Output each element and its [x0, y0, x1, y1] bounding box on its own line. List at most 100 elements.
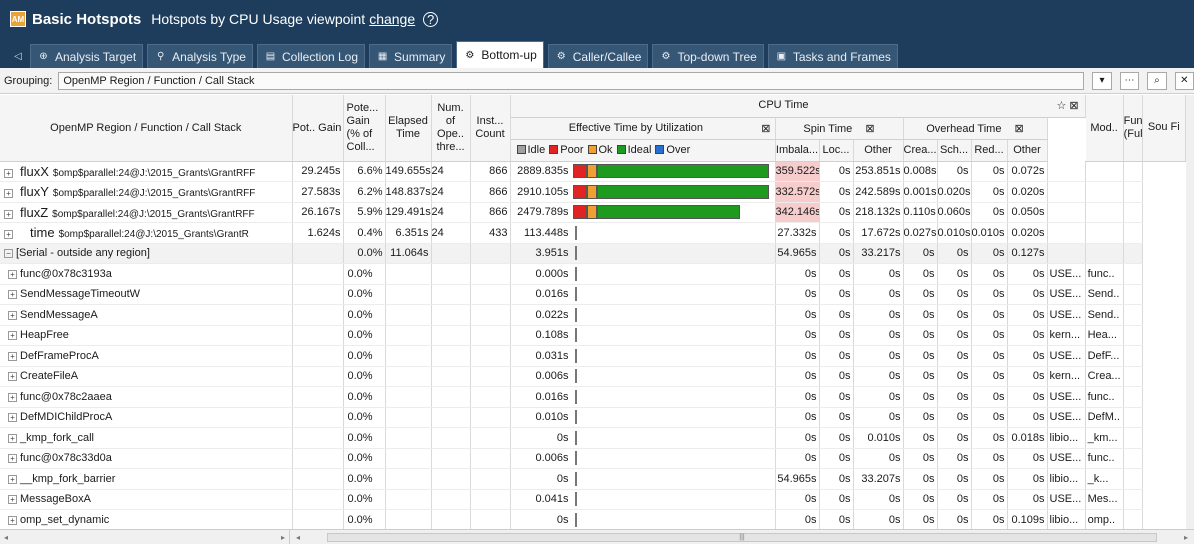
search-icon[interactable]: ⌕ [1147, 71, 1167, 90]
scroll-left-icon[interactable]: ◂ [4, 533, 8, 542]
col-header-function-full[interactable]: Fun... (Full) [1123, 95, 1143, 162]
col-header-overhead-time[interactable]: Overhead Time ⊠ [903, 117, 1048, 140]
vertical-scrollbar[interactable] [1186, 95, 1194, 529]
row-name-cell[interactable]: + DefFrameProcA [0, 345, 293, 367]
expand-column-icon[interactable]: ⊠ [761, 122, 774, 135]
row-name-cell[interactable]: + SendMessageTimeoutW [0, 284, 293, 305]
col-header-inst-count[interactable]: Inst... Count [470, 95, 511, 162]
row-name-cell[interactable]: − [Serial - outside any region] [0, 243, 293, 264]
change-viewpoint-link[interactable]: change [369, 11, 415, 27]
expand-icon[interactable]: + [8, 290, 17, 300]
col-header-overhead-other[interactable]: Other [1007, 139, 1048, 162]
function-row[interactable]: + func@0x78c3193a 0.0% 0.000s 0s 0s 0s 0s 0s 0s 0s… [0, 263, 1186, 285]
col-header-reduction[interactable]: Red... [971, 139, 1008, 162]
function-row[interactable]: + SendMessageTimeoutW 0.0% 0.016s 0s 0s 0s 0s 0s… [0, 284, 1186, 305]
expand-icon[interactable]: + [4, 209, 13, 219]
expand-icon[interactable]: + [8, 433, 17, 443]
serial-region-row[interactable]: − [Serial - outside any region] 0.0% 11.064… [0, 243, 1186, 264]
expand-icon[interactable]: + [8, 495, 17, 505]
expand-icon[interactable]: + [8, 351, 17, 361]
tab-collection-log[interactable]: ▤ Collection Log [256, 44, 366, 68]
table-row[interactable]: + fluxZ $omp$parallel:24@J:\2015_Grants\Gr… [0, 202, 1186, 223]
function-row[interactable]: + func@0x78c33d0a 0.0% 0.006s 0s 0s 0s 0s 0s 0s 0s… [0, 448, 1186, 469]
tab-caller-callee[interactable]: ⚙ Caller/Callee [547, 44, 649, 68]
col-header-pote-gain[interactable]: Pote... Gain (% of Coll... [343, 95, 386, 162]
function-row[interactable]: + CreateFileA 0.0% 0.006s 0s 0s 0s 0s 0s 0s 0s kern… [0, 366, 1186, 387]
favorite-star-icon[interactable]: ☆ ⊠ [1056, 99, 1084, 112]
col-header-spin-time[interactable]: Spin Time ⊠ [775, 117, 904, 140]
row-name-cell[interactable]: + DefMDIChildProcA [0, 407, 293, 428]
tab-top-down-tree[interactable]: ⚙ Top-down Tree [652, 44, 764, 68]
table-row[interactable]: + fluxY $omp$parallel:24@J:\2015_Grants\Gr… [0, 181, 1186, 203]
expand-icon[interactable]: + [4, 168, 13, 178]
col-header-module[interactable]: Mod.. [1085, 95, 1124, 162]
table-row[interactable]: + fluxX $omp$parallel:24@J:\2015_Grants\Gr… [0, 161, 1186, 182]
collapse-icon[interactable]: − [4, 249, 13, 259]
row-name-cell[interactable]: + __kmp_fork_barrier [0, 468, 293, 490]
expand-icon[interactable]: + [8, 372, 17, 382]
expand-icon[interactable]: + [8, 515, 17, 525]
col-header-effective-time[interactable]: Effective Time by Utilization ⊠ [510, 117, 776, 140]
expand-icon[interactable]: + [8, 331, 17, 341]
table-row[interactable]: + time $omp$parallel:24@J:\2015_Grants\Gra… [0, 222, 1186, 244]
row-name-cell[interactable]: + fluxY $omp$parallel:24@J:\2015_Grants\Gr… [0, 181, 293, 203]
expand-icon[interactable]: + [4, 230, 13, 240]
function-row[interactable]: + func@0x78c2aaea 0.0% 0.016s 0s 0s 0s 0s 0s 0s 0s… [0, 386, 1186, 408]
row-name-cell[interactable]: + fluxX $omp$parallel:24@J:\2015_Grants\Gr… [0, 161, 293, 182]
row-name-cell[interactable]: + fluxZ $omp$parallel:24@J:\2015_Grants\Gr… [0, 202, 293, 223]
tab-analysis-type[interactable]: ⚲ Analysis Type [147, 44, 253, 68]
col-header-name[interactable]: OpenMP Region / Function / Call Stack [0, 95, 293, 162]
expand-icon[interactable]: + [8, 474, 17, 484]
expand-icon[interactable]: + [8, 454, 17, 464]
expand-icon[interactable]: + [8, 269, 17, 279]
scroll-right-icon[interactable]: ▸ [281, 533, 285, 542]
col-header-source-file[interactable]: Sou Fi [1142, 95, 1186, 162]
tab-bottom-up[interactable]: ⚙ Bottom-up [456, 41, 544, 68]
col-header-lock[interactable]: Loc... [819, 139, 854, 162]
function-row[interactable]: + DefMDIChildProcA 0.0% 0.010s 0s 0s 0s 0s 0s 0s 0… [0, 407, 1186, 428]
overhead-collapse-icon[interactable]: ⊠ [1005, 123, 1024, 135]
col-header-spin-other[interactable]: Other [853, 139, 904, 162]
tab-scroll-left-icon[interactable]: ◁ [6, 44, 30, 68]
row-name-cell[interactable]: + omp_set_dynamic [0, 509, 293, 529]
spin-collapse-icon[interactable]: ⊠ [855, 123, 874, 135]
grouping-select[interactable]: OpenMP Region / Function / Call Stack [58, 71, 1085, 90]
function-row[interactable]: + __kmp_fork_barrier 0.0% 0s 54.965s 0s 33.207… [0, 468, 1186, 490]
row-name-cell[interactable]: + _kmp_fork_call [0, 427, 293, 449]
row-name-cell[interactable]: + MessageBoxA [0, 489, 293, 510]
col-header-elapsed[interactable]: Elapsed Time [385, 95, 432, 162]
row-name-cell[interactable]: + SendMessageA [0, 304, 293, 326]
tab-tasks-and-frames[interactable]: ▣ Tasks and Frames [767, 44, 898, 68]
scrollbar-thumb[interactable]: ||| [327, 532, 1157, 542]
tab-analysis-target[interactable]: ⊕ Analysis Target [30, 44, 144, 68]
collapse-icon[interactable]: ✕ [1174, 71, 1194, 90]
expand-icon[interactable]: + [8, 310, 17, 320]
expand-icon[interactable]: + [4, 189, 13, 199]
row-name-cell[interactable]: + time $omp$parallel:24@J:\2015_Grants\Gra… [0, 222, 293, 244]
col-header-num-ope[interactable]: Num. of Ope.. thre... [431, 95, 471, 162]
row-name-cell[interactable]: + func@0x78c33d0a [0, 448, 293, 469]
function-row[interactable]: + MessageBoxA 0.0% 0.041s 0s 0s 0s 0s 0s 0s 0s USE.… [0, 489, 1186, 510]
row-name-cell[interactable]: + CreateFileA [0, 366, 293, 387]
col-header-creation[interactable]: Crea... [903, 139, 938, 162]
grouping-dropdown-icon[interactable]: ▾ [1092, 71, 1112, 90]
row-name-cell[interactable]: + func@0x78c2aaea [0, 386, 293, 408]
col-header-cpu-time[interactable]: CPU Time ☆ ⊠ [510, 95, 1086, 118]
expand-icon[interactable]: + [8, 392, 17, 402]
col-header-scheduling[interactable]: Sch... [937, 139, 972, 162]
horizontal-scrollbar[interactable]: ◂ ▸ ◂ ||| ▸ [0, 529, 1194, 544]
function-row[interactable]: + SendMessageA 0.0% 0.022s 0s 0s 0s 0s 0s 0s 0s USE… [0, 304, 1186, 326]
function-row[interactable]: + HeapFree 0.0% 0.108s 0s 0s 0s 0s 0s 0s 0s kern...… [0, 325, 1186, 346]
row-name-cell[interactable]: + HeapFree [0, 325, 293, 346]
function-row[interactable]: + DefFrameProcA 0.0% 0.031s 0s 0s 0s 0s 0s 0s 0s US… [0, 345, 1186, 367]
tab-summary[interactable]: ▦ Summary [369, 44, 453, 68]
scroll-left-icon-2[interactable]: ◂ [296, 533, 300, 542]
expand-icon[interactable]: + [8, 413, 17, 423]
view-settings-icon[interactable]: ⋯ [1119, 71, 1140, 90]
function-row[interactable]: + _kmp_fork_call 0.0% 0s 0s 0s 0.010s 0s 0s 0s 0.0… [0, 427, 1186, 449]
col-header-pot-gain[interactable]: Pot.. Gain ▾ [292, 95, 344, 162]
help-icon[interactable]: ? [423, 11, 439, 27]
col-header-imbalance[interactable]: Imbala... [775, 139, 820, 162]
scroll-right-icon-2[interactable]: ▸ [1184, 533, 1188, 542]
function-row[interactable]: + omp_set_dynamic 0.0% 0s 0s 0s 0s 0s 0s 0s 0.109s… [0, 509, 1186, 529]
